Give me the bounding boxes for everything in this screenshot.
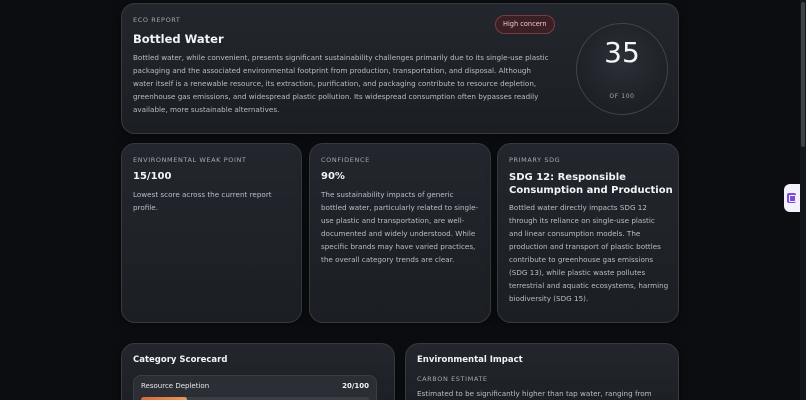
scrollbar-thumb[interactable] (801, 2, 805, 147)
primary-sdg-card: PRIMARY SDG SDG 12: Responsible Consumpt… (497, 143, 679, 323)
carbon-estimate-description: Estimated to be significantly higher tha… (417, 389, 652, 398)
weak-point-description: Lowest score across the current report p… (133, 190, 272, 212)
scorecard-title: Category Scorecard (133, 355, 228, 365)
extension-side-tab[interactable] (784, 184, 800, 212)
score-gauge: 35 OF 100 (576, 23, 668, 115)
weak-point-value: 15/100 (133, 171, 172, 182)
eco-report-overline: ECO REPORT (133, 16, 181, 24)
confidence-value: 90% (321, 171, 345, 182)
category-scorecard-card: Category Scorecard Resource Depletion 20… (121, 343, 395, 400)
scorecard-row-score: 20/100 (342, 382, 369, 390)
sdg-value: SDG 12: Responsible Consumption and Prod… (509, 172, 673, 196)
scorecard-row: Resource Depletion 20/100 (133, 375, 377, 400)
sdg-description: Bottled water directly impacts SDG 12 th… (509, 203, 669, 303)
confidence-overline: CONFIDENCE (321, 156, 370, 164)
weak-point-overline: ENVIRONMENTAL WEAK POINT (133, 156, 247, 164)
product-title: Bottled Water (133, 32, 224, 46)
page-scrollbar[interactable] (800, 0, 806, 400)
eco-report-card: ECO REPORT Bottled Water Bottled water, … (121, 3, 679, 134)
score-max-label: OF 100 (609, 93, 635, 100)
impact-title: Environmental Impact (417, 355, 523, 365)
carbon-estimate-overline: CARBON ESTIMATE (417, 375, 488, 383)
scorecard-row-label: Resource Depletion (141, 382, 210, 390)
weak-point-card: ENVIRONMENTAL WEAK POINT 15/100 Lowest s… (121, 143, 302, 323)
overall-score: 35 (604, 36, 640, 69)
sdg-overline: PRIMARY SDG (509, 156, 561, 164)
concern-badge: High concern (495, 15, 555, 34)
product-description: Bottled water, while convenient, present… (133, 53, 549, 114)
extension-icon (787, 193, 796, 203)
environmental-impact-card: Environmental Impact CARBON ESTIMATE Est… (405, 343, 679, 400)
confidence-card: CONFIDENCE 90% The sustainability impact… (309, 143, 491, 323)
confidence-description: The sustainability impacts of generic bo… (321, 190, 479, 264)
